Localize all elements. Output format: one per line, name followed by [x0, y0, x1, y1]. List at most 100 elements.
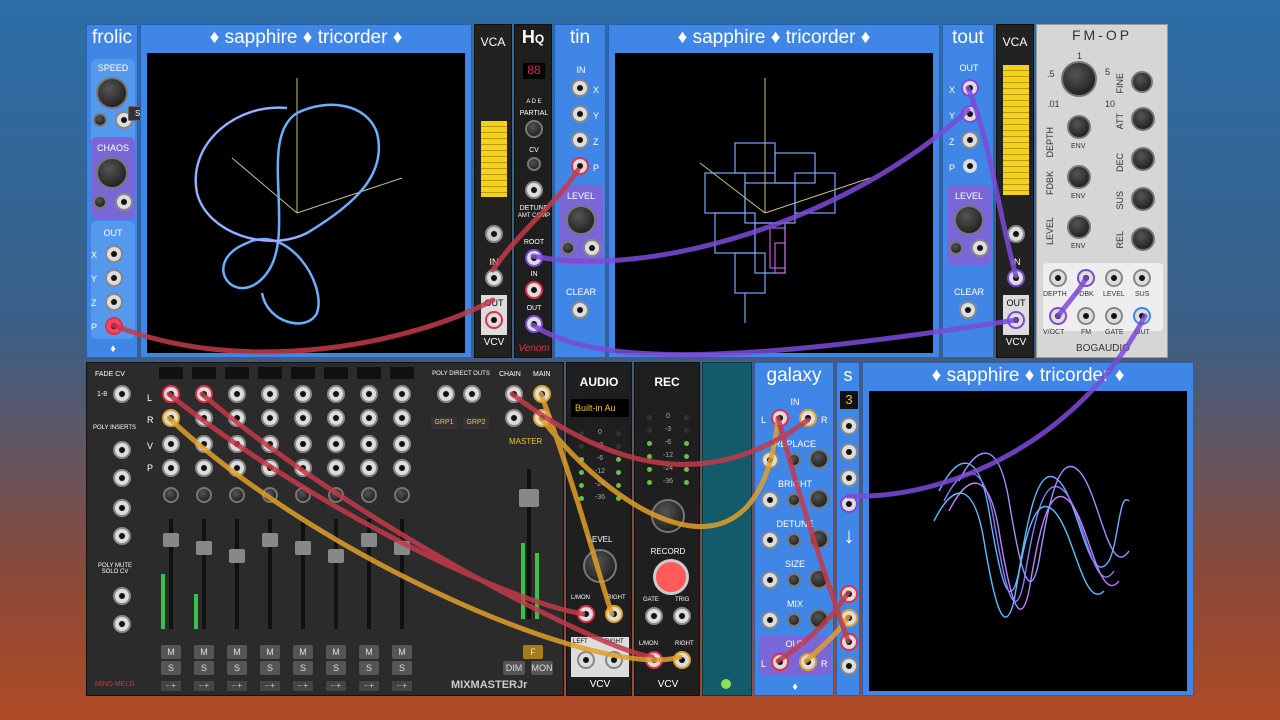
rec-in-r-jack[interactable] — [673, 651, 691, 669]
chaos-atten-knob[interactable] — [93, 195, 107, 209]
tin-p-jack[interactable] — [571, 157, 589, 175]
channel-fader[interactable] — [328, 549, 344, 563]
vca-1-cv-jack[interactable] — [485, 225, 503, 243]
record-button[interactable] — [653, 559, 689, 595]
galaxy-in-l-jack[interactable] — [771, 409, 789, 427]
channel-pan-cv-jack[interactable] — [294, 459, 312, 477]
channel-name-display[interactable] — [390, 367, 414, 379]
tout-y-jack[interactable] — [961, 105, 979, 123]
direct-out-1-8-jack[interactable] — [437, 385, 455, 403]
channel-r-jack[interactable] — [393, 409, 411, 427]
channel-mute-button[interactable]: M — [293, 645, 313, 659]
channel-group-selector[interactable]: -·+ — [161, 681, 181, 691]
tin-level-cv-jack[interactable] — [583, 239, 601, 257]
fm-op-fm-jack[interactable] — [1077, 307, 1095, 325]
channel-mute-button[interactable]: M — [161, 645, 181, 659]
channel-solo-button[interactable]: S — [194, 661, 214, 675]
detune-atten[interactable] — [787, 533, 801, 547]
fade-cv-jack[interactable] — [113, 385, 131, 403]
tout-level-knob[interactable] — [954, 205, 984, 235]
rec-trig-jack[interactable] — [673, 607, 691, 625]
audio-device-selector[interactable]: Built-in Au — [571, 399, 629, 417]
channel-vol-cv-jack[interactable] — [261, 435, 279, 453]
frolic-p-jack[interactable] — [105, 317, 123, 335]
vca-2-out-jack[interactable] — [1007, 311, 1025, 329]
replace-knob[interactable] — [809, 449, 829, 469]
s-jack-4[interactable] — [840, 495, 858, 513]
channel-pan-knob[interactable] — [394, 487, 410, 503]
channel-fader[interactable] — [295, 541, 311, 555]
fm-op-sus-jack[interactable] — [1133, 269, 1151, 287]
rec-in-l-jack[interactable] — [645, 651, 663, 669]
channel-solo-button[interactable]: S — [293, 661, 313, 675]
channel-solo-button[interactable]: S — [227, 661, 247, 675]
channel-group-selector[interactable]: -·+ — [293, 681, 313, 691]
channel-pan-cv-jack[interactable] — [228, 459, 246, 477]
channel-group-selector[interactable]: -·+ — [392, 681, 412, 691]
channel-vol-cv-jack[interactable] — [228, 435, 246, 453]
partial-knob[interactable] — [525, 120, 543, 138]
channel-r-jack[interactable] — [294, 409, 312, 427]
bright-atten[interactable] — [787, 493, 801, 507]
channel-l-jack[interactable] — [195, 385, 213, 403]
channel-pan-knob[interactable] — [163, 487, 179, 503]
depth-knob[interactable] — [1067, 115, 1091, 139]
hq-cv-jack[interactable] — [525, 181, 543, 199]
release-knob[interactable] — [1131, 227, 1155, 251]
channel-r-jack[interactable] — [327, 409, 345, 427]
channel-pan-cv-jack[interactable] — [195, 459, 213, 477]
tricorder-3-display[interactable] — [869, 391, 1187, 691]
tout-z-jack[interactable] — [961, 131, 979, 149]
channel-r-jack[interactable] — [162, 409, 180, 427]
vca-1-out-jack[interactable] — [485, 311, 503, 329]
channel-pan-cv-jack[interactable] — [360, 459, 378, 477]
channel-l-jack[interactable] — [228, 385, 246, 403]
channel-solo-button[interactable]: S — [161, 661, 181, 675]
s-jack-1[interactable] — [840, 417, 858, 435]
frolic-x-jack[interactable] — [105, 245, 123, 263]
mix-cv-jack[interactable] — [761, 611, 779, 629]
insert-return-1-8-jack[interactable] — [113, 499, 131, 517]
mute-solo-grp-jack[interactable] — [113, 615, 131, 633]
s-jack-5[interactable] — [840, 585, 858, 603]
tout-level-cv-jack[interactable] — [971, 239, 989, 257]
insert-grp-jack[interactable] — [113, 469, 131, 487]
chain-l-jack[interactable] — [505, 385, 523, 403]
channel-pan-cv-jack[interactable] — [393, 459, 411, 477]
chain-r-jack[interactable] — [505, 409, 523, 427]
insert-1-8-jack[interactable] — [113, 441, 131, 459]
tricorder-1-display[interactable] — [147, 53, 465, 353]
fade-button[interactable]: F — [523, 645, 543, 659]
channel-solo-button[interactable]: S — [260, 661, 280, 675]
channel-pan-cv-jack[interactable] — [261, 459, 279, 477]
tout-clear-jack[interactable] — [959, 301, 977, 319]
fm-op-out-jack[interactable] — [1133, 307, 1151, 325]
tin-level-knob[interactable] — [566, 205, 596, 235]
channel-pan-knob[interactable] — [196, 487, 212, 503]
fm-op-level-jack[interactable] — [1105, 269, 1123, 287]
chaos-knob[interactable] — [96, 157, 128, 189]
fine-knob[interactable] — [1131, 71, 1153, 93]
feedback-knob[interactable] — [1067, 165, 1091, 189]
channel-vol-cv-jack[interactable] — [162, 435, 180, 453]
tricorder-2-display[interactable] — [615, 53, 933, 353]
channel-group-selector[interactable]: -·+ — [260, 681, 280, 691]
fm-op-voct-jack[interactable] — [1049, 307, 1067, 325]
vca-2-in-jack[interactable] — [1007, 269, 1025, 287]
channel-vol-cv-jack[interactable] — [327, 435, 345, 453]
main-r-jack[interactable] — [533, 409, 551, 427]
tin-z-jack[interactable] — [571, 131, 589, 149]
channel-pan-knob[interactable] — [229, 487, 245, 503]
mon-button[interactable]: MON — [531, 661, 553, 675]
channel-fader[interactable] — [361, 533, 377, 547]
mix-atten[interactable] — [787, 613, 801, 627]
direct-out-grp-jack[interactable] — [463, 385, 481, 403]
fm-op-fdbk-jack[interactable] — [1077, 269, 1095, 287]
channel-pan-knob[interactable] — [328, 487, 344, 503]
hq-out-jack[interactable] — [525, 315, 543, 333]
channel-name-display[interactable] — [192, 367, 216, 379]
channel-solo-button[interactable]: S — [359, 661, 379, 675]
channel-l-jack[interactable] — [327, 385, 345, 403]
channel-vol-cv-jack[interactable] — [393, 435, 411, 453]
channel-mute-button[interactable]: M — [359, 645, 379, 659]
